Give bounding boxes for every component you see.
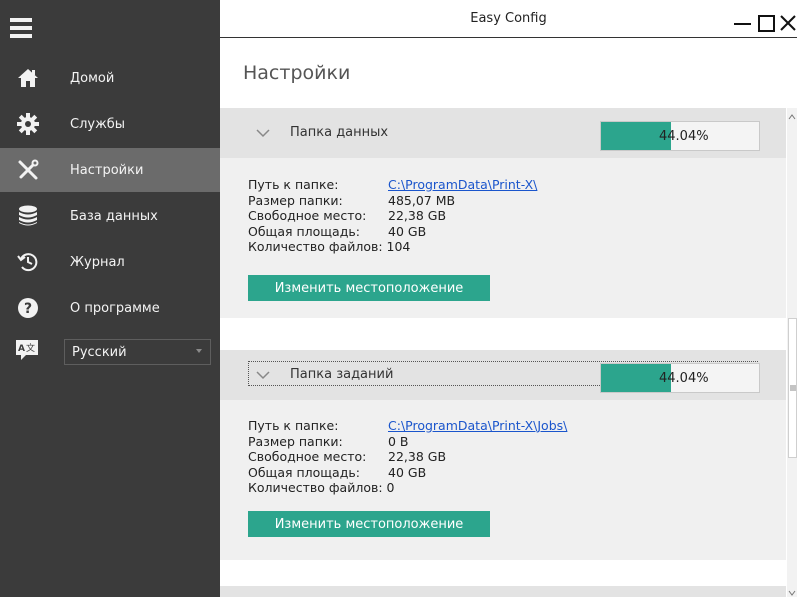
change-location-button[interactable]: Изменить местоположение xyxy=(248,275,490,301)
progress-label: 44.04% xyxy=(659,371,709,386)
settings-scroll-area: Папка данных 44.04% Путь к папке: C:\Prog… xyxy=(220,108,786,597)
section-title: Папка данных xyxy=(290,125,389,140)
gear-icon xyxy=(0,102,56,146)
home-icon xyxy=(0,56,56,100)
count-value: 0 xyxy=(386,480,395,495)
size-value: 0 B xyxy=(388,433,409,449)
scroll-down-icon[interactable] xyxy=(788,586,796,596)
total-label: Общая площадь: xyxy=(248,464,360,480)
scroll-up-icon[interactable] xyxy=(788,110,796,120)
history-icon xyxy=(0,240,56,284)
change-location-button[interactable]: Изменить местоположение xyxy=(248,511,490,537)
svg-text:A: A xyxy=(18,344,25,354)
sidebar-item-about[interactable]: ? О программе xyxy=(0,286,220,330)
sidebar-item-database[interactable]: База данных xyxy=(0,194,220,238)
close-icon xyxy=(780,15,796,31)
next-section-header xyxy=(220,586,786,597)
section-header[interactable]: Папка заданий 44.04% xyxy=(220,350,786,400)
folder-info: Путь к папке: C:\ProgramData\Print-X\Jobs… xyxy=(248,418,567,496)
grip-icon xyxy=(790,385,796,391)
path-label: Путь к папке: xyxy=(248,177,339,192)
sidebar-item-label: Настройки xyxy=(70,162,144,178)
chevron-down-icon xyxy=(196,349,202,353)
title-divider xyxy=(220,37,797,38)
folder-info: Путь к папке: C:\ProgramData\Print-X\ Раз… xyxy=(248,177,537,255)
free-value: 22,38 GB xyxy=(388,449,447,464)
count-value: 104 xyxy=(386,239,411,254)
path-link[interactable]: C:\ProgramData\Print-X\Jobs\ xyxy=(388,418,567,434)
free-value: 22,38 GB xyxy=(388,208,447,223)
path-link[interactable]: C:\ProgramData\Print-X\ xyxy=(388,177,537,193)
chevron-down-icon[interactable] xyxy=(256,127,270,138)
vertical-scrollbar[interactable] xyxy=(787,108,797,597)
section-title: Папка заданий xyxy=(290,367,394,382)
progress-bar: 44.04% xyxy=(600,121,760,151)
language-select-value: Русский xyxy=(72,344,127,360)
section-header[interactable]: Папка данных 44.04% xyxy=(220,108,786,158)
progress-label: 44.04% xyxy=(659,129,709,144)
sidebar-item-label: Журнал xyxy=(70,254,125,270)
help-icon: ? xyxy=(0,286,56,330)
jobs-folder-section: Папка заданий 44.04% Путь к папке: C:\Pro… xyxy=(220,350,786,560)
total-label: Общая площадь: xyxy=(248,223,360,239)
progress-bar: 44.04% xyxy=(600,363,760,393)
minimize-button[interactable] xyxy=(732,14,752,32)
count-label: Количество файлов: xyxy=(248,239,383,254)
path-label: Путь к папке: xyxy=(248,418,339,433)
sidebar-item-settings[interactable]: Настройки xyxy=(0,148,220,192)
size-value: 485,07 MB xyxy=(388,192,456,208)
chevron-down-icon[interactable] xyxy=(256,369,270,380)
svg-text:文: 文 xyxy=(26,342,35,354)
database-icon xyxy=(0,194,56,238)
free-label: Свободное место: xyxy=(248,449,367,464)
count-label: Количество файлов: xyxy=(248,480,383,495)
maximize-button[interactable] xyxy=(757,14,775,32)
language-select[interactable]: Русский xyxy=(64,339,211,365)
sidebar-item-label: О программе xyxy=(70,300,160,316)
language-icon: A 文 xyxy=(15,339,41,361)
scrollbar-thumb[interactable] xyxy=(788,318,797,458)
sidebar-item-journal[interactable]: Журнал xyxy=(0,240,220,284)
sidebar-item-home[interactable]: Домой xyxy=(0,56,220,100)
size-label: Размер папки: xyxy=(248,433,343,449)
sidebar: Домой Службы Настройки База данных Журна… xyxy=(0,0,220,597)
sidebar-item-services[interactable]: Службы xyxy=(0,102,220,146)
page-title: Настройки xyxy=(243,62,351,84)
sidebar-item-label: База данных xyxy=(70,208,158,224)
sidebar-item-label: Службы xyxy=(70,116,126,132)
close-button[interactable] xyxy=(779,14,797,32)
svg-text:?: ? xyxy=(24,301,32,317)
title-bar: Easy Config xyxy=(220,0,797,40)
total-value: 40 GB xyxy=(388,223,427,239)
free-label: Свободное место: xyxy=(248,208,367,223)
total-value: 40 GB xyxy=(388,464,427,480)
size-label: Размер папки: xyxy=(248,192,343,208)
data-folder-section: Папка данных 44.04% Путь к папке: C:\Prog… xyxy=(220,108,786,318)
hamburger-menu-icon[interactable] xyxy=(10,18,32,38)
window-title: Easy Config xyxy=(470,11,547,26)
tools-icon xyxy=(0,148,56,192)
sidebar-item-label: Домой xyxy=(70,70,115,86)
